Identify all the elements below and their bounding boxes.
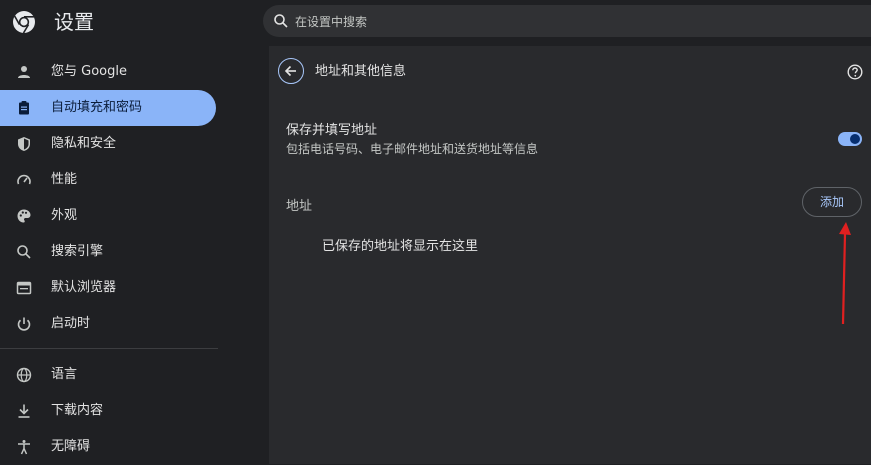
sidebar-item-autofill[interactable]: 自动填充和密码 bbox=[0, 90, 216, 126]
empty-state-message: 已保存的地址将显示在这里 bbox=[322, 239, 479, 254]
sidebar-item-label: 隐私和安全 bbox=[51, 136, 117, 151]
arrow-left-icon bbox=[284, 65, 296, 77]
search-icon bbox=[17, 245, 31, 259]
sidebar-item-you-and-google[interactable]: 您与 Google bbox=[0, 54, 216, 90]
search-icon bbox=[274, 14, 288, 28]
browser-icon bbox=[16, 281, 32, 295]
annotation-arrow bbox=[839, 222, 851, 325]
page-title: 地址和其他信息 bbox=[315, 64, 407, 79]
add-address-button[interactable]: 添加 bbox=[802, 187, 862, 217]
sidebar-item-label: 语言 bbox=[51, 367, 78, 382]
sidebar-item-label: 您与 Google bbox=[51, 64, 127, 79]
toggle-knob bbox=[850, 134, 860, 144]
main-panel: 地址和其他信息 保存并填写地址 包括电话号码、电子邮件地址和送货地址等信息 地址… bbox=[269, 46, 871, 464]
sidebar-item-default-browser[interactable]: 默认浏览器 bbox=[0, 270, 216, 306]
sidebar-item-accessibility[interactable]: 无障碍 bbox=[0, 429, 216, 465]
sidebar-item-downloads[interactable]: 下载内容 bbox=[0, 393, 216, 429]
sidebar-item-label: 外观 bbox=[51, 208, 78, 223]
top-bar: 设置 bbox=[0, 0, 871, 46]
sidebar-item-search-engine[interactable]: 搜索引擎 bbox=[0, 234, 216, 270]
palette-icon bbox=[17, 209, 31, 223]
speedometer-icon bbox=[17, 174, 31, 185]
sidebar-item-label: 启动时 bbox=[51, 316, 91, 331]
help-icon[interactable] bbox=[847, 64, 863, 80]
sidebar-item-label: 自动填充和密码 bbox=[51, 100, 143, 115]
setting-title: 保存并填写地址 bbox=[286, 123, 378, 138]
sidebar-divider bbox=[0, 348, 218, 349]
clipboard-icon bbox=[19, 101, 29, 115]
person-icon bbox=[18, 66, 30, 78]
back-button[interactable] bbox=[278, 58, 304, 84]
sidebar-item-label: 默认浏览器 bbox=[51, 280, 117, 295]
shield-icon bbox=[18, 137, 30, 151]
power-icon bbox=[17, 317, 31, 331]
search-input[interactable] bbox=[293, 9, 857, 35]
setting-description: 包括电话号码、电子邮件地址和送货地址等信息 bbox=[286, 142, 539, 156]
save-address-toggle[interactable] bbox=[838, 132, 862, 146]
chrome-logo-icon bbox=[13, 11, 35, 34]
sidebar-item-appearance[interactable]: 外观 bbox=[0, 198, 216, 234]
section-label: 地址 bbox=[286, 199, 313, 214]
sidebar-item-on-startup[interactable]: 启动时 bbox=[0, 306, 216, 342]
sidebar-item-label: 下载内容 bbox=[51, 403, 104, 418]
download-icon bbox=[18, 404, 30, 418]
accessibility-icon bbox=[18, 440, 30, 455]
sidebar-item-label: 搜索引擎 bbox=[51, 244, 104, 259]
sidebar: 您与 Google 自动填充和密码 隐私和安全 性能 外观 搜索引擎 默认浏览器… bbox=[0, 53, 230, 464]
sidebar-item-privacy[interactable]: 隐私和安全 bbox=[0, 126, 216, 162]
search-box[interactable] bbox=[263, 5, 871, 37]
app-title: 设置 bbox=[54, 10, 94, 34]
sidebar-item-label: 无障碍 bbox=[51, 439, 91, 454]
globe-icon bbox=[16, 367, 32, 383]
sidebar-item-label: 性能 bbox=[51, 172, 78, 187]
sidebar-item-languages[interactable]: 语言 bbox=[0, 357, 216, 393]
sidebar-item-performance[interactable]: 性能 bbox=[0, 162, 216, 198]
